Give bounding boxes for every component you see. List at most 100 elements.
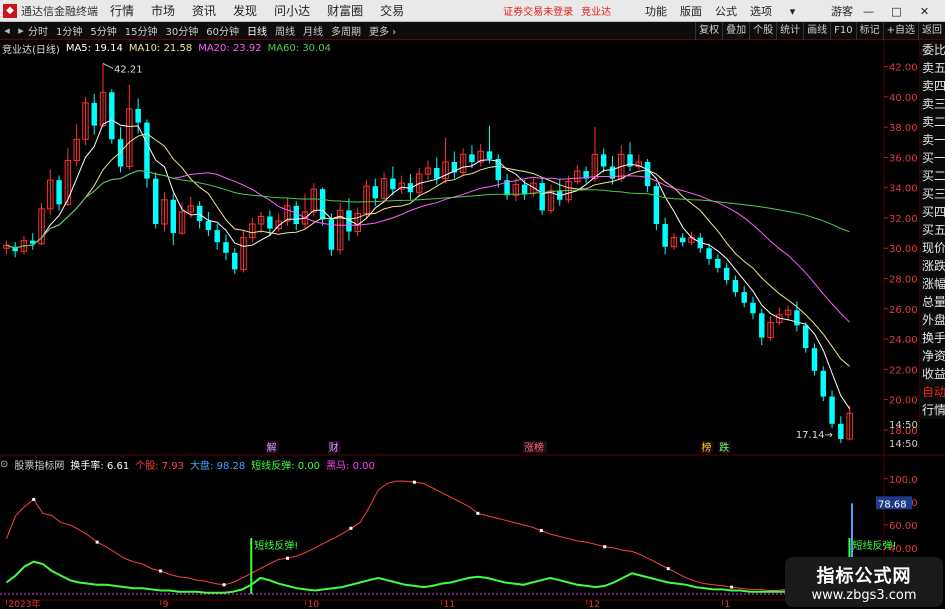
signal-label: 短线反弹! <box>852 539 896 552</box>
sub-point <box>286 556 290 560</box>
side-item-14[interactable]: 总量 <box>920 293 945 311</box>
price-tick-label: 30.00 <box>889 244 918 255</box>
side-item-10[interactable]: 买五 <box>920 221 945 239</box>
candle-body <box>319 189 326 220</box>
sub-point <box>412 480 416 484</box>
ma20-line <box>6 170 850 323</box>
candle-body <box>434 168 440 179</box>
watermark-badge: 指标公式网 www.zbgs3.com <box>785 557 943 607</box>
side-item-17[interactable]: 净资 <box>920 347 945 365</box>
event-marker-label: 财 <box>329 441 339 454</box>
candle-body <box>644 161 651 187</box>
ma60-line <box>6 170 850 249</box>
side-item-12[interactable]: 涨跌 <box>920 257 945 275</box>
candle-body <box>802 325 809 349</box>
side-item-13[interactable]: 涨幅 <box>920 275 945 293</box>
date-tick-label: 1 <box>725 600 731 609</box>
candle-body <box>205 220 212 231</box>
candlestick-series <box>3 63 853 443</box>
date-tick-label: 12 <box>589 600 600 609</box>
side-item-16[interactable]: 换手 <box>920 329 945 347</box>
candle-body <box>715 258 721 268</box>
kline-chart[interactable]: 42.00 40.00 38.00 36.00 34.00 32.00 30.00 28.00… <box>0 0 945 609</box>
sub-series-1 <box>5 560 850 594</box>
candle-body <box>838 423 844 439</box>
price-tick-label: 32.00 <box>889 214 918 225</box>
candle-body <box>600 154 607 167</box>
candle-body <box>486 151 493 159</box>
side-item-6[interactable]: 买一 <box>920 149 945 167</box>
candle-body <box>109 92 115 140</box>
price-tick-label: 38.00 <box>889 123 918 134</box>
sub-tick-label: 100.0 <box>889 475 918 486</box>
candle-body <box>390 178 396 190</box>
event-marker-label: 涨榜 <box>524 441 544 454</box>
side-item-20[interactable]: 行情 <box>920 401 945 419</box>
price-axis: 42.00 40.00 38.00 36.00 34.00 32.00 30.00 28.00… <box>884 63 918 450</box>
sub-point <box>32 498 36 502</box>
event-marker-label: 解 <box>267 441 277 454</box>
candle-body <box>144 122 150 179</box>
candle-body <box>539 183 545 211</box>
chart-labels: 42.21 17.14→ 解 财 涨榜 榜跌 <box>102 62 833 454</box>
candle-body <box>794 310 800 326</box>
rebound-label: 短线反弹: 0.00 <box>251 460 321 472</box>
side-item-7[interactable]: 买二 <box>920 167 945 185</box>
side-item-5[interactable]: 卖一 <box>920 131 945 149</box>
side-item-8[interactable]: 买三 <box>920 185 945 203</box>
turnover-label: 换手率: 6.61 <box>70 460 130 472</box>
side-item-9[interactable]: 买四 <box>920 203 945 221</box>
candle-body <box>293 205 299 225</box>
candle-body <box>196 205 203 221</box>
high-price-label: 42.21 <box>114 64 143 75</box>
candle-body <box>653 186 660 225</box>
candle-body <box>170 199 177 234</box>
sub-point <box>476 511 480 515</box>
price-tick-label: 26.00 <box>889 305 918 316</box>
candle-body <box>706 248 712 259</box>
event-marker-label: 跌 <box>719 441 729 454</box>
side-item-3[interactable]: 卖三 <box>920 95 945 113</box>
indicator-header: ⊙ 股票指标网 换手率: 6.61 个股: 7.93 大盘: 98.28 短线反… <box>0 457 381 472</box>
time-tick-label: 14:50 <box>889 439 918 450</box>
side-item-15[interactable]: 外盘 <box>920 311 945 329</box>
indicator-subchart: 100.080.0060.0040.0020.0078.68短线反弹!短线反弹!… <box>0 475 918 609</box>
indicator-settings-icon[interactable]: ⊙ <box>0 459 8 470</box>
candle-body <box>750 302 756 314</box>
low-price-label: 17.14→ <box>796 430 833 441</box>
sub-point <box>539 529 543 533</box>
price-tick-label: 34.00 <box>889 184 918 195</box>
side-item-19[interactable]: 自动 <box>920 383 945 401</box>
candle-body <box>732 280 739 293</box>
high-pointer <box>102 62 114 69</box>
candle-body <box>232 252 238 270</box>
candle-body <box>214 230 220 243</box>
indicator-name[interactable]: 股票指标网 <box>14 457 64 472</box>
candle-body <box>372 186 379 199</box>
side-item-18[interactable]: 收益 <box>920 365 945 383</box>
candle-body <box>117 139 124 167</box>
quote-side-panel: 委比 卖五 卖四 卖三 卖二 卖一 买一 买二 买三 买四 买五 现价 涨跌 涨幅 总量 外盘 换手 净资 收益 自动… <box>919 41 945 419</box>
sub-point <box>159 569 163 573</box>
side-item-11[interactable]: 现价 <box>920 239 945 257</box>
candle-body <box>820 370 826 397</box>
candle-body <box>495 158 501 181</box>
time-tick-label: 14:50 <box>889 420 918 431</box>
sub-value-badge: 78.68 <box>878 499 907 510</box>
side-item-1[interactable]: 卖五 <box>920 59 945 77</box>
sub-series-0 <box>6 480 850 591</box>
candle-body <box>741 292 747 303</box>
sub-point <box>222 583 226 587</box>
side-item-2[interactable]: 卖四 <box>920 77 945 95</box>
candle-body <box>679 237 686 243</box>
price-tick-label: 20.00 <box>889 396 918 407</box>
darkhorse-label: 黑马: 0.00 <box>326 460 375 472</box>
market-value-label: 大盘: 98.28 <box>190 460 246 472</box>
sub-point <box>730 585 734 589</box>
side-item-4[interactable]: 卖二 <box>920 113 945 131</box>
candle-body <box>223 242 229 253</box>
stock-value-label: 个股: 7.93 <box>135 460 185 472</box>
side-item-0[interactable]: 委比 <box>920 41 945 59</box>
candle-body <box>723 267 730 281</box>
candle-body <box>91 102 97 126</box>
